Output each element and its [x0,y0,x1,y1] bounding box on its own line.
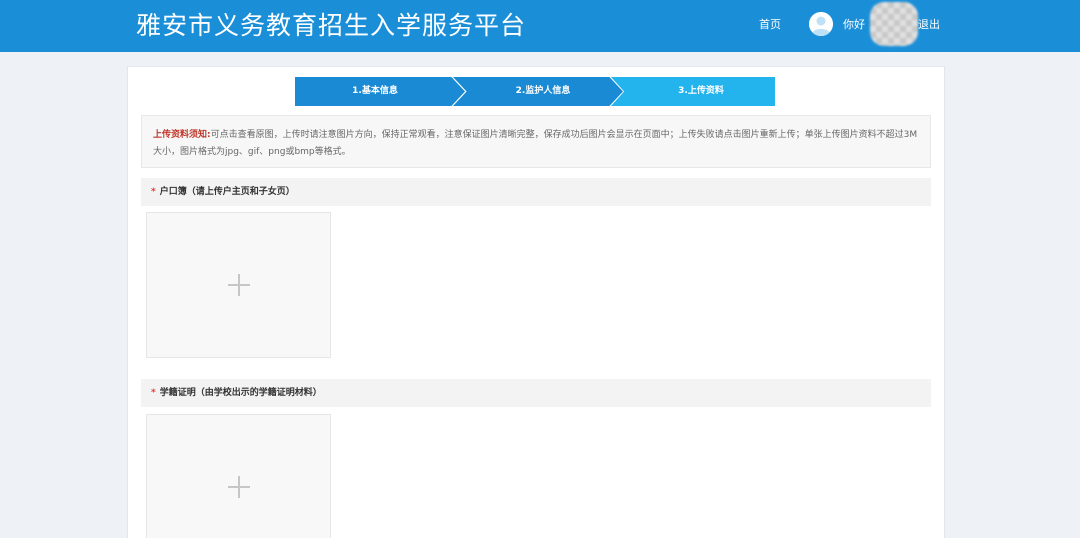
plus-icon [228,274,250,296]
notice-title: 上传资料须知: [153,130,211,140]
step-label: 1.基本信息 [352,86,398,96]
section-household-register: * 户口簿（请上传户主页和子女页） [141,178,931,206]
upload-notice: 上传资料须知:可点击查看原图，上传时请注意图片方向，保持正常观看，注意保证图片清… [141,115,931,168]
notice-text: 可点击查看原图，上传时请注意图片方向，保持正常观看，注意保证图片清晰完整，保存成… [153,130,918,157]
section-title: 户口簿（请上传户主页和子女页） [159,187,295,197]
step-basic-info[interactable]: 1.基本信息 [295,77,465,106]
home-link[interactable]: 首页 [759,16,781,34]
site-title: 雅安市义务教育招生入学服务平台 [136,11,527,40]
step-progress: 1.基本信息 2.监护人信息 3.上传资料 [295,77,775,106]
required-mark: * [151,388,156,398]
section-title: 学籍证明（由学校出示的学籍证明材料） [159,388,322,398]
plus-icon [228,476,250,498]
upload-school-status[interactable] [146,414,331,538]
step-label: 2.监护人信息 [515,86,571,96]
section-school-status: * 学籍证明（由学校出示的学籍证明材料） [141,379,931,407]
greeting-text: 你好 [843,18,865,31]
step-label: 3.上传资料 [678,86,724,96]
required-mark: * [151,187,156,197]
step-guardian-info[interactable]: 2.监护人信息 [453,77,623,106]
user-avatar-icon[interactable] [809,12,833,36]
redacted-username [870,2,918,46]
upload-household-register[interactable] [146,212,331,358]
logout-link[interactable]: 退出 [918,16,940,34]
step-upload-materials[interactable]: 3.上传资料 [611,77,775,106]
top-header: 雅安市义务教育招生入学服务平台 首页 你好 退出 [0,0,1080,52]
